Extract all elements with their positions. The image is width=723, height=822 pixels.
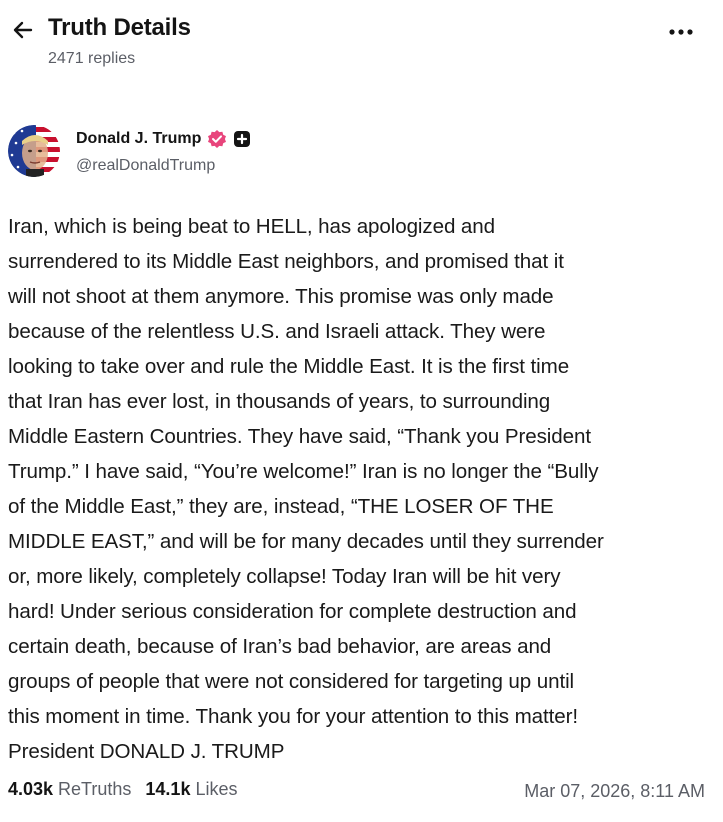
verified-badge-icon [207,129,227,149]
post-stats: 4.03k ReTruths 14.1k Likes [8,779,251,800]
back-button[interactable] [9,16,37,44]
likes-count[interactable]: 14.1k [145,779,190,800]
retruths-label[interactable]: ReTruths [58,779,131,800]
post-text: Iran, which is being beat to HELL, has a… [8,215,604,763]
profile-avatar-image [8,125,60,177]
retruths-count[interactable]: 4.03k [8,779,53,800]
plus-badge-icon [233,130,251,148]
page-title: Truth Details [48,14,191,41]
ellipsis-icon [669,29,693,35]
arrow-left-icon [13,21,33,39]
author-name[interactable]: Donald J. Trump [76,129,251,149]
avatar[interactable] [8,125,60,177]
post-timestamp: Mar 07, 2026, 8:11 AM [524,781,705,801]
more-options-button[interactable] [663,20,699,44]
likes-label[interactable]: Likes [195,779,237,800]
replies-count[interactable]: 2471 replies [48,50,135,68]
page-header: Truth Details 2471 replies [0,0,723,80]
author-name-text: Donald J. Trump [76,130,202,147]
author-handle[interactable]: @realDonaldTrump [76,157,215,175]
post-author: Donald J. Trump @realDonaldTrump [8,125,408,181]
